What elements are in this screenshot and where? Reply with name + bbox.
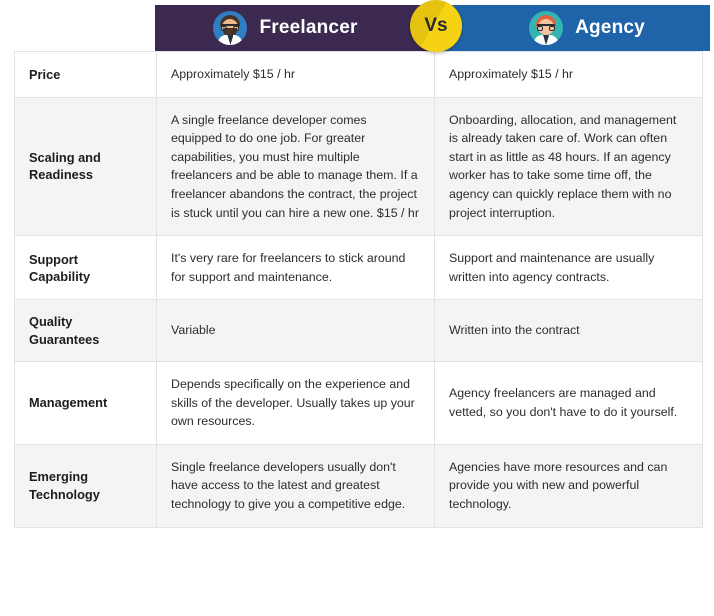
freelancer-header-label: Freelancer bbox=[259, 17, 358, 38]
table-row: Support Capability It's very rare for fre… bbox=[14, 235, 703, 301]
feature-label-cell: Scaling and Readiness bbox=[14, 96, 157, 237]
freelancer-value-cell: Depends specifically on the experience a… bbox=[156, 361, 435, 445]
freelancer-avatar-icon bbox=[213, 11, 248, 45]
avatar-body-shape bbox=[218, 35, 243, 45]
agency-value-cell: Agencies have more resources and can pro… bbox=[434, 443, 703, 528]
avatar-body-shape bbox=[534, 35, 559, 45]
feature-label-cell: Support Capability bbox=[14, 235, 157, 301]
table-row: Quality Guarantees Variable Written into t… bbox=[14, 299, 703, 363]
feature-label-cell: Emerging Technology bbox=[14, 443, 157, 528]
freelancer-value-cell: Single freelance developers usually don'… bbox=[156, 443, 435, 528]
table-row: Scaling and Readiness A single freelance … bbox=[14, 96, 703, 237]
agency-value-cell: Written into the contract bbox=[434, 299, 703, 363]
freelancer-value-cell: A single freelance developer comes equip… bbox=[156, 96, 435, 237]
agency-value-cell: Approximately $15 / hr bbox=[434, 51, 703, 98]
avatar-glasses-shape bbox=[221, 24, 240, 31]
comparison-table: Price Approximately $15 / hr Approximately… bbox=[14, 51, 703, 528]
freelancer-value-cell: It's very rare for freelancers to stick … bbox=[156, 235, 435, 301]
vs-badge: Vs bbox=[410, 0, 462, 52]
table-row: Management Depends specifically on the ex… bbox=[14, 361, 703, 445]
freelancer-header: Freelancer bbox=[155, 5, 434, 51]
comparison-table-body: Price Approximately $15 / hr Approximately… bbox=[14, 51, 703, 528]
table-row: Emerging Technology Single freelance deve… bbox=[14, 443, 703, 528]
feature-label-cell: Price bbox=[14, 51, 157, 98]
freelancer-value-cell: Variable bbox=[156, 299, 435, 363]
comparison-table-graphic: Freelancer Agency Vs Price Approximately … bbox=[0, 0, 714, 616]
agency-value-cell: Onboarding, allocation, and management i… bbox=[434, 96, 703, 237]
agency-value-cell: Agency freelancers are managed and vette… bbox=[434, 361, 703, 445]
feature-label-cell: Management bbox=[14, 361, 157, 445]
agency-avatar-icon bbox=[529, 11, 564, 45]
avatar-glasses-shape bbox=[537, 24, 556, 31]
feature-label-cell: Quality Guarantees bbox=[14, 299, 157, 363]
table-row: Price Approximately $15 / hr Approximately… bbox=[14, 51, 703, 98]
agency-value-cell: Support and maintenance are usually writ… bbox=[434, 235, 703, 301]
agency-header-label: Agency bbox=[575, 17, 645, 38]
agency-header: Agency bbox=[434, 5, 710, 51]
freelancer-value-cell: Approximately $15 / hr bbox=[156, 51, 435, 98]
vs-badge-label: Vs bbox=[424, 15, 448, 36]
